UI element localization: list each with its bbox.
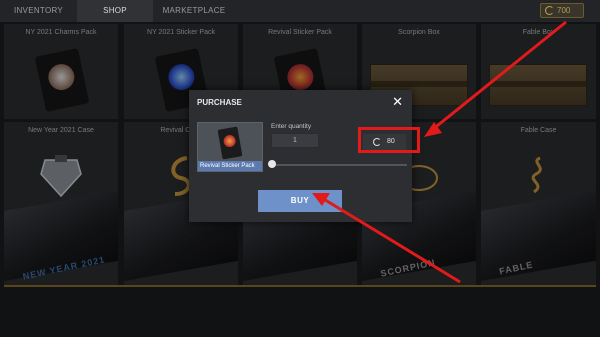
top-navigation-bar: INVENTORY SHOP MARKETPLACE 700 [0,0,600,22]
price-highlight-box [358,127,420,153]
tab-marketplace[interactable]: MARKETPLACE [153,0,235,22]
sticker-pack-image [217,126,243,160]
currency-value: 700 [557,6,571,15]
coin-icon [545,6,554,15]
slider-handle[interactable] [268,160,276,168]
item-label: Revival Sticker Pack [198,161,262,171]
dialog-title: PURCHASE [197,98,242,107]
currency-balance: 700 [540,3,584,18]
quantity-label: Enter quantity [271,123,312,130]
buy-button[interactable]: BUY [258,190,342,212]
item-thumbnail: Revival Sticker Pack [197,122,263,172]
purchase-dialog: PURCHASE ✕ Revival Sticker Pack Enter qu… [189,90,412,222]
tab-shop[interactable]: SHOP [77,0,153,22]
close-icon[interactable]: ✕ [392,94,403,110]
tab-inventory[interactable]: INVENTORY [0,0,77,22]
quantity-input[interactable]: 1 [271,133,319,148]
quantity-slider[interactable] [271,164,407,166]
